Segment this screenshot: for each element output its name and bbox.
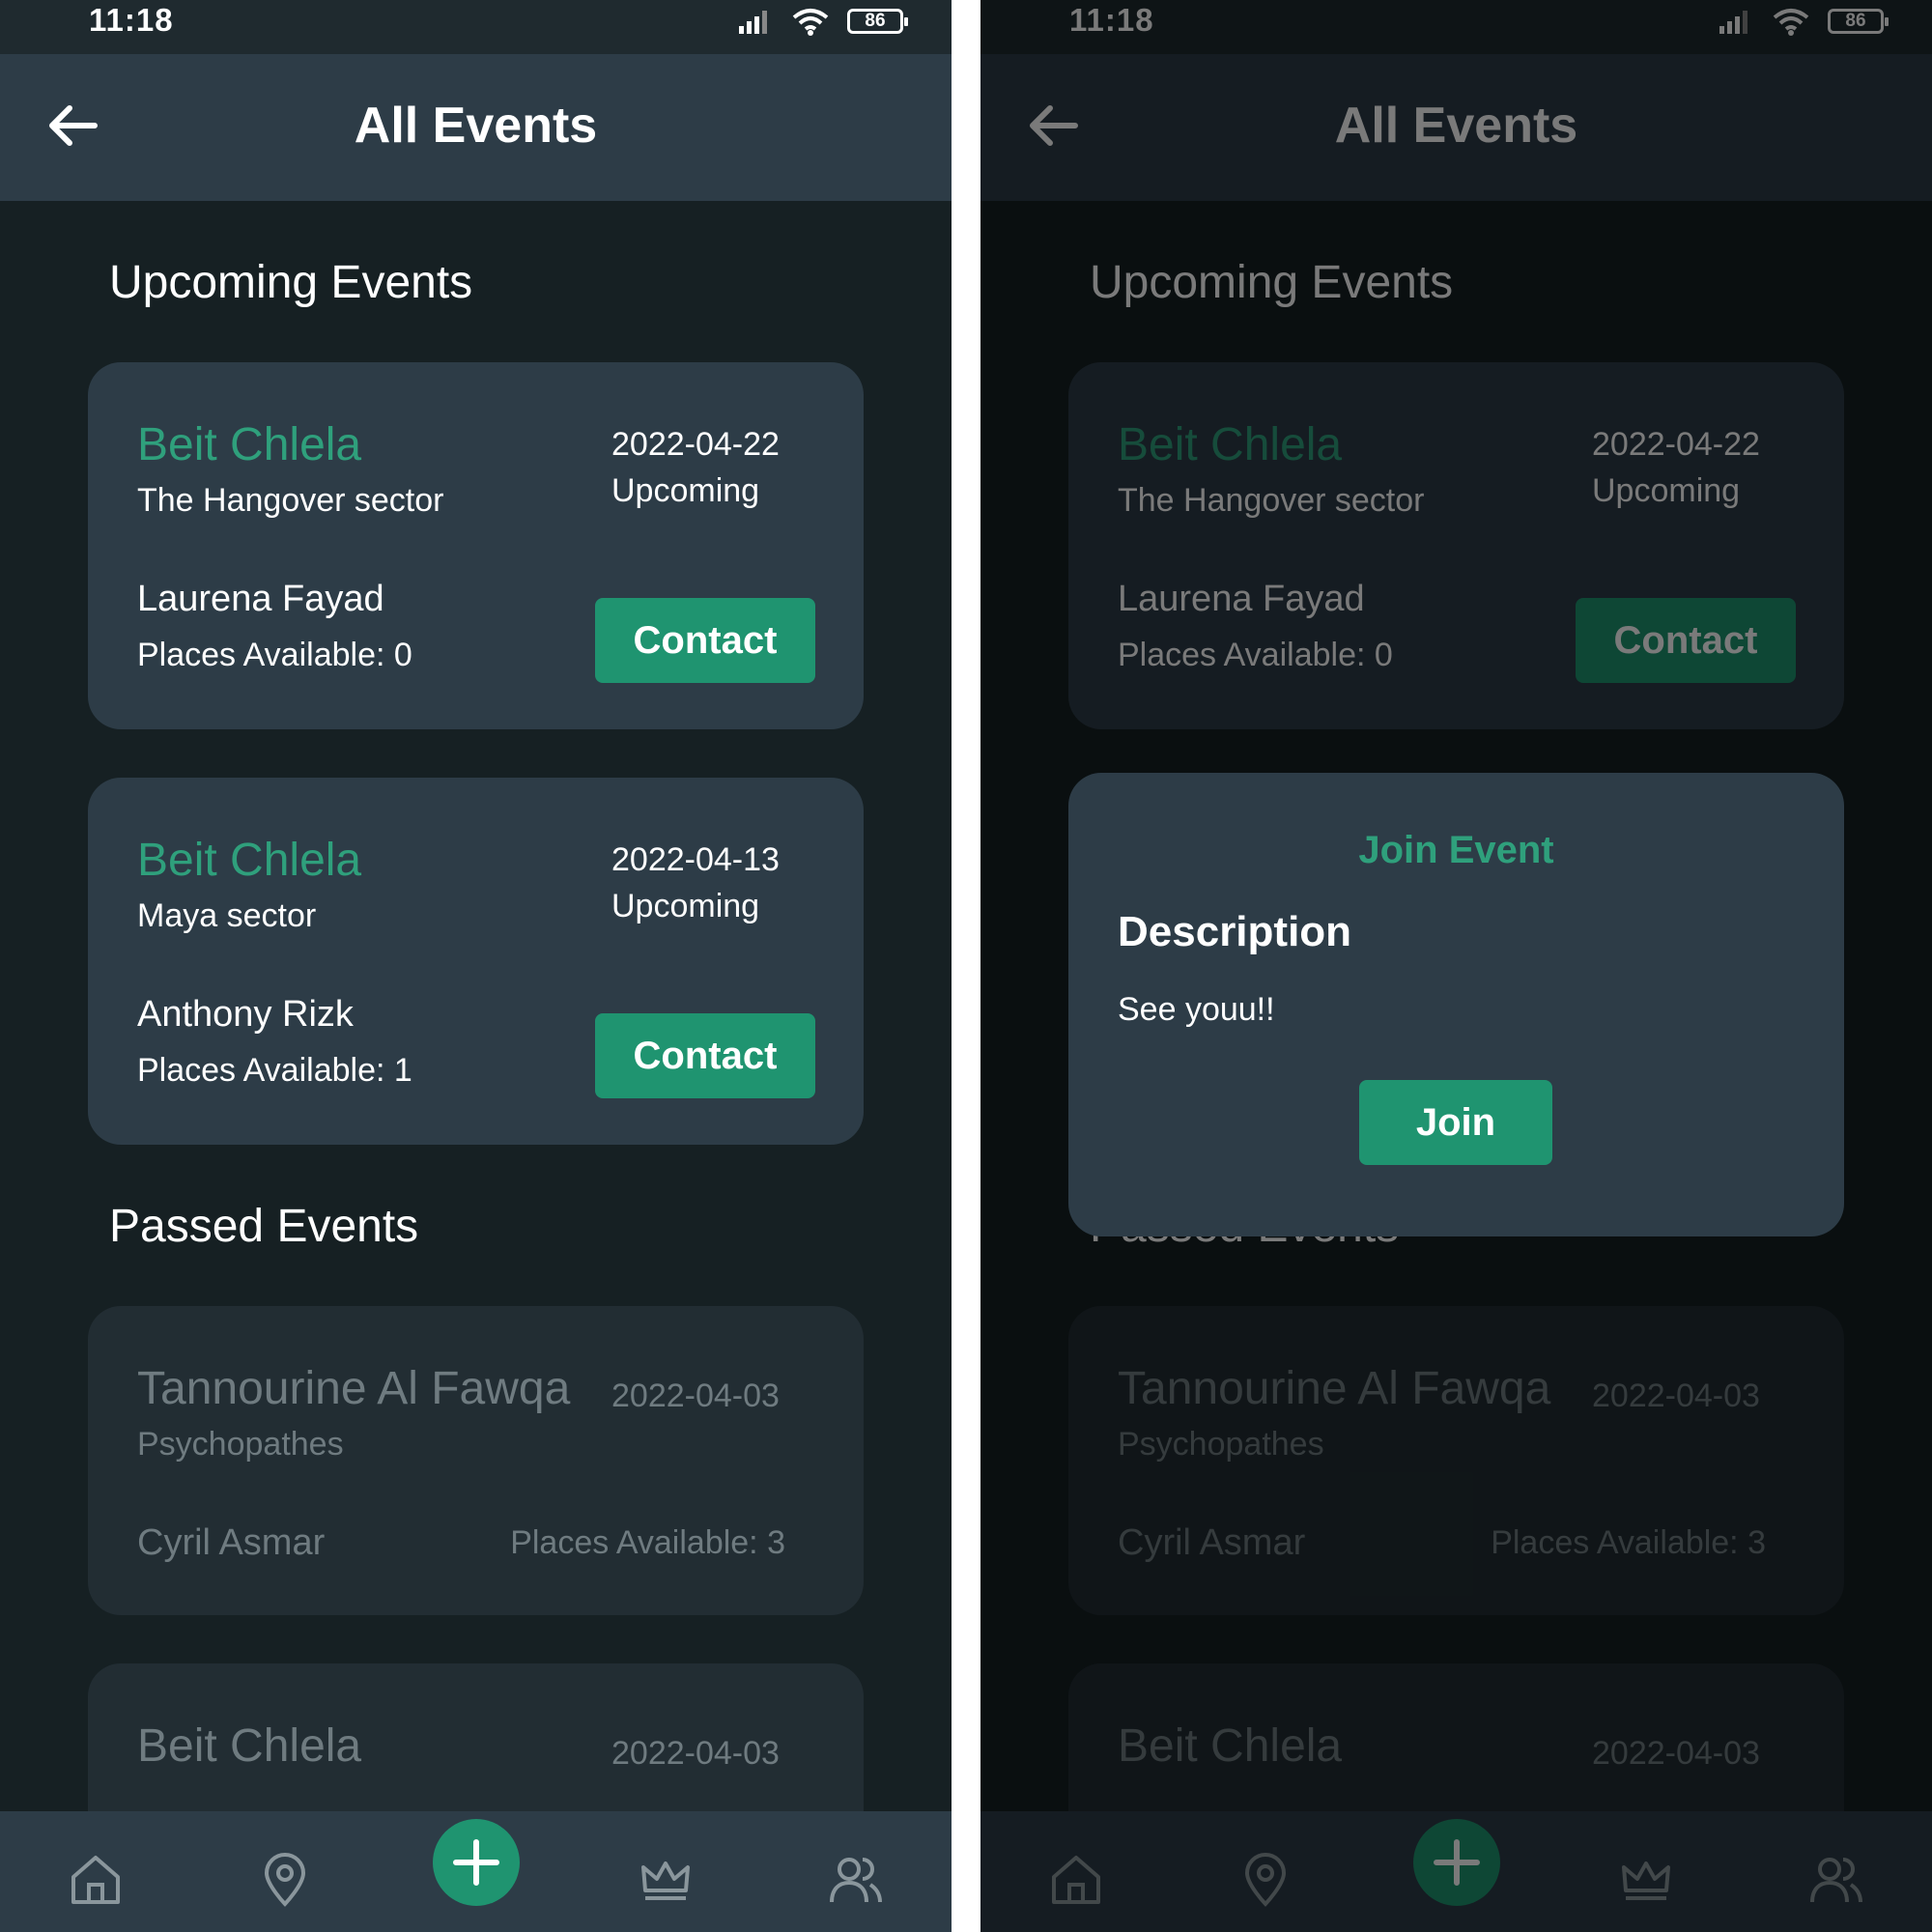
event-date: 2022-04-03 [611, 1735, 780, 1772]
event-status: Upcoming [611, 472, 760, 509]
event-card: Beit Chlela The Hangover sector 2022-04-… [88, 362, 864, 729]
event-sector: The Hangover sector [137, 482, 444, 519]
app-bar: All Events [0, 54, 952, 201]
section-upcoming-title: Upcoming Events [109, 257, 473, 308]
event-host: Cyril Asmar [137, 1522, 326, 1563]
event-date: 2022-04-13 [611, 841, 780, 878]
contact-button[interactable]: Contact [595, 1013, 815, 1098]
add-event-button[interactable] [433, 1819, 520, 1906]
status-bar: 11:18 86 [0, 0, 952, 54]
location-pin-icon[interactable] [255, 1850, 315, 1910]
event-status: Upcoming [611, 888, 760, 924]
battery-icon: 86 [847, 9, 908, 34]
page-title: All Events [354, 98, 598, 154]
event-places: Places Available: 0 [137, 637, 412, 673]
event-host: Laurena Fayad [137, 579, 384, 619]
dialog-title: Join Event [1358, 829, 1554, 871]
contact-button[interactable]: Contact [595, 598, 815, 683]
event-date: 2022-04-22 [611, 426, 780, 463]
event-name: Beit Chlela [137, 1720, 362, 1772]
description-text: See youu!! [1118, 991, 1275, 1028]
event-sector: Psychopathes [137, 1426, 344, 1463]
home-icon[interactable] [66, 1850, 126, 1910]
event-name: Beit Chlela [137, 419, 362, 470]
wifi-icon [792, 9, 829, 36]
event-sector: Maya sector [137, 897, 317, 934]
join-button[interactable]: Join [1359, 1080, 1552, 1165]
screen-join-event-dialog: 11:18 86 All Events Upcoming Events Beit… [980, 0, 1932, 1932]
passed-event-card: Tannourine Al Fawqa Psychopathes 2022-04… [88, 1306, 864, 1615]
event-name: Tannourine Al Fawqa [137, 1363, 571, 1414]
event-card: Beit Chlela Maya sector 2022-04-13 Upcom… [88, 778, 864, 1145]
users-icon[interactable] [826, 1850, 886, 1910]
signal-icon [739, 11, 767, 34]
screen-all-events: 11:18 86 All Events Upcoming Events Beit… [0, 0, 952, 1932]
event-places: Places Available: 3 [510, 1524, 785, 1561]
event-host: Anthony Rizk [137, 994, 354, 1035]
add-icon [453, 1839, 499, 1886]
event-places: Places Available: 1 [137, 1052, 412, 1089]
join-event-dialog: Join Event Description See youu!! Join [1068, 773, 1844, 1236]
crown-icon[interactable] [636, 1850, 696, 1910]
description-label: Description [1118, 908, 1352, 955]
event-name: Beit Chlela [137, 835, 362, 886]
event-date: 2022-04-03 [611, 1378, 780, 1414]
section-passed-title: Passed Events [109, 1201, 419, 1252]
battery-level: 86 [865, 11, 886, 31]
bottom-nav [0, 1811, 952, 1932]
status-time: 11:18 [89, 2, 174, 38]
